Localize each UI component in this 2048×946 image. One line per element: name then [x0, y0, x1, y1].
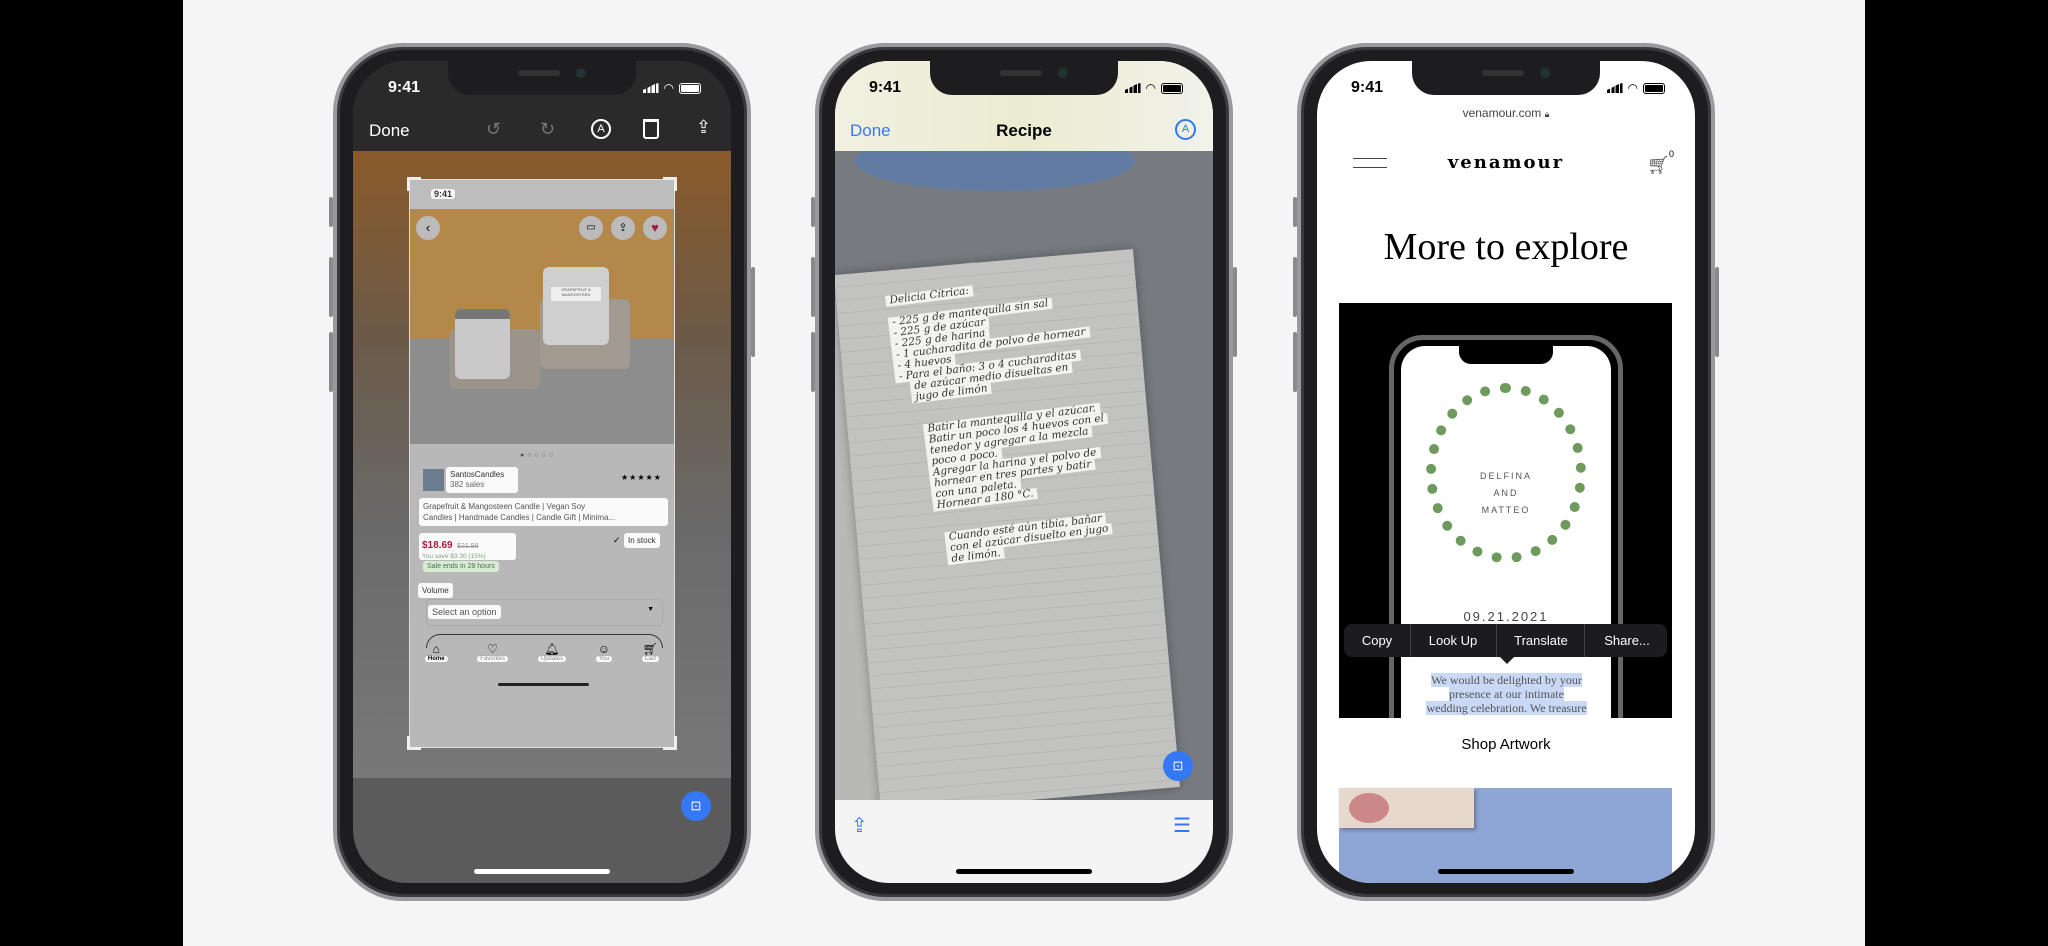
done-button[interactable]: Done [369, 121, 410, 141]
candle-jar: GRAPEFRUIT & MANGOSTEEN [543, 267, 609, 345]
old-price: $21.99 [457, 543, 479, 550]
cart-count: 0 [1669, 149, 1675, 159]
menu-look-up[interactable]: Look Up [1429, 624, 1477, 657]
home-indicator [1438, 869, 1574, 874]
list-icon[interactable]: ☰ [1173, 813, 1191, 838]
share-icon[interactable]: ⇪ [696, 117, 711, 138]
live-text-icon[interactable]: ⊡ [681, 791, 711, 821]
invite-names: DELFINA AND MATTEO [1479, 471, 1532, 515]
menu-copy[interactable]: Copy [1362, 624, 1392, 657]
signal-icon [1124, 83, 1141, 93]
home-indicator [474, 869, 610, 874]
back-icon[interactable]: ‹ [416, 216, 440, 240]
phone-recipe-photo: 9:41 ◠ Done Recipe A Delicia Cítrica: - … [811, 43, 1237, 901]
menu-pointer [1500, 657, 1514, 671]
battery-icon [1161, 82, 1183, 94]
page-dots: ●○○○○ [520, 452, 557, 459]
cart-icon[interactable]: 🛒︎ [1647, 155, 1670, 176]
crop-handle[interactable] [407, 736, 421, 750]
product-photo: GRAPEFRUIT & MANGOSTEEN [410, 209, 674, 444]
message-icon[interactable]: ▭ [579, 216, 603, 240]
crop-handle[interactable] [407, 177, 421, 191]
screenshot-crop[interactable]: 9:41 GRAPEFRUIT & MANGOSTEEN ‹ ▭ ⇪ ♥ ●○○… [407, 177, 677, 750]
markup-icon[interactable]: A [1175, 119, 1196, 140]
tab-bar: ⌂ Home ♡ Favorites 🔔︎ Updates ☺ You 🛒︎ Cart [410, 642, 674, 662]
status-icons: ◠ [1606, 81, 1665, 95]
tab-cart[interactable]: 🛒︎ Cart [641, 642, 660, 662]
signal-icon [1606, 83, 1623, 93]
site-logo[interactable]: venamour [1317, 152, 1695, 173]
wifi-icon: ◠ [1145, 81, 1156, 95]
status-time: 9:41 [869, 79, 902, 96]
undo-icon[interactable]: ↺ [486, 119, 501, 140]
candle-jar [455, 309, 510, 379]
wifi-icon: ◠ [663, 81, 674, 95]
redo-icon[interactable]: ↻ [540, 119, 555, 140]
crop-handle[interactable] [663, 736, 677, 750]
url-bar[interactable]: venamour.com 🔒︎ [1317, 106, 1695, 120]
tab-favorites[interactable]: ♡ Favorites [477, 642, 508, 662]
lock-icon: 🔒︎ [1544, 109, 1550, 119]
status-time: 9:41 [1351, 79, 1384, 96]
selected-text[interactable]: We would be delighted by your presence at… [1419, 673, 1594, 715]
stage: 9:41 ◠ Done ↺ ↻ A ⇪ 9:41 GRAPEFRUIT & MA… [183, 0, 1865, 946]
phone-safari-venamour: 9:41 ◠ venamour.com 🔒︎ venamour 🛒︎ 0 Mor… [1293, 43, 1719, 901]
seller-avatar [423, 469, 444, 491]
status-icons: ◠ [642, 81, 701, 95]
volume-select[interactable]: Select an option ▼ [426, 599, 663, 626]
product-title-2: Candles | Handmade Candles | Candle Gift… [423, 513, 616, 522]
wifi-icon: ◠ [1627, 81, 1638, 95]
seller-name[interactable]: SantosCandles [450, 470, 514, 480]
status-icons: ◠ [1124, 81, 1183, 95]
battery-icon [679, 82, 701, 94]
markup-icon[interactable]: A [591, 119, 611, 139]
stock-status: In stock [624, 533, 660, 548]
price: $18.69 [422, 540, 453, 551]
dropdown-arrow-icon: ▼ [647, 606, 654, 613]
text-context-menu: Copy Look Up Translate Share... [1344, 624, 1667, 664]
status-time: 9:41 [388, 79, 421, 96]
recipe-photo: Delicia Cítrica: - 225 g de mantequilla … [835, 151, 1213, 800]
share-icon[interactable]: ⇪ [611, 216, 635, 240]
crop-handle[interactable] [663, 177, 677, 191]
check-icon: ✓ [613, 535, 621, 545]
savings: You save $3.30 (15%) [422, 553, 486, 560]
rating-stars: ★★★★★ [621, 473, 662, 482]
seller-sales: 382 sales [450, 480, 485, 489]
share-icon[interactable]: ⇪ [851, 813, 868, 838]
section-heading: More to explore [1383, 226, 1629, 268]
menu-translate[interactable]: Translate [1514, 624, 1568, 657]
tab-home[interactable]: ⌂ Home [424, 642, 448, 662]
live-text-icon[interactable]: ⊡ [1163, 751, 1193, 781]
crop-time: 9:41 [431, 189, 456, 199]
battery-icon [1643, 82, 1665, 94]
shop-artwork-link[interactable]: Shop Artwork [1317, 736, 1695, 753]
invite-date: 09.21.2021 [1463, 609, 1549, 624]
tab-updates[interactable]: 🔔︎ Updates [537, 642, 567, 662]
trash-icon[interactable] [643, 119, 659, 139]
sale-ends-badge: Sale ends in 28 hours [423, 561, 499, 572]
signal-icon [642, 83, 659, 93]
recognized-text[interactable]: Delicia Cítrica: - 225 g de mantequilla … [885, 271, 1123, 569]
product-title-1: Grapefruit & Mangosteen Candle | Vegan S… [423, 502, 586, 511]
photo-title: Recipe [996, 121, 1052, 140]
menu-share[interactable]: Share... [1604, 624, 1650, 657]
favorite-heart-icon[interactable]: ♥ [643, 216, 667, 240]
home-indicator [956, 869, 1092, 874]
volume-label: Volume [418, 583, 453, 598]
phone-screenshot-markup: 9:41 ◠ Done ↺ ↻ A ⇪ 9:41 GRAPEFRUIT & MA… [329, 43, 755, 901]
tab-you[interactable]: ☺ You [595, 642, 612, 662]
